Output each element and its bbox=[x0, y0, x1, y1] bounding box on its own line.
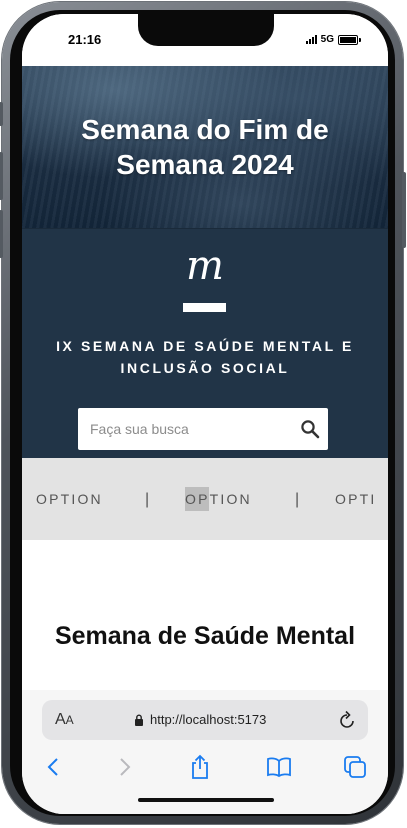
tabs-icon[interactable] bbox=[340, 752, 370, 782]
phone-screen: 21:16 5G Semana do Fim de Semana 2024 m … bbox=[22, 14, 388, 814]
signal-icon bbox=[305, 35, 317, 44]
search-box bbox=[78, 408, 328, 450]
url-display[interactable]: http://localhost:5173 bbox=[134, 712, 266, 727]
home-indicator bbox=[138, 798, 274, 802]
power-button bbox=[402, 172, 406, 248]
forward-icon[interactable] bbox=[110, 752, 140, 782]
option-separator: | bbox=[295, 491, 300, 508]
status-time: 21:16 bbox=[68, 32, 102, 47]
option-item[interactable]: OPTION bbox=[185, 491, 252, 507]
brand-section: m IX SEMANA DE SAÚDE MENTAL E INCLUSÃO S… bbox=[22, 228, 388, 459]
reload-icon[interactable] bbox=[338, 710, 356, 734]
logo-underline bbox=[183, 303, 226, 312]
browser-toolbar: AA http://localhost:5173 bbox=[22, 690, 388, 814]
options-nav: OPTION | OPTION | OPTI bbox=[22, 458, 388, 540]
notch bbox=[138, 14, 274, 46]
share-icon[interactable] bbox=[185, 752, 215, 782]
section-title: Semana de Saúde Mental bbox=[54, 621, 356, 650]
event-subtitle: IX SEMANA DE SAÚDE MENTAL E INCLUSÃO SOC… bbox=[56, 338, 354, 376]
url-text: http://localhost:5173 bbox=[150, 712, 267, 727]
address-bar[interactable]: AA http://localhost:5173 bbox=[42, 700, 368, 740]
logo-letter: m bbox=[186, 243, 224, 289]
silent-switch bbox=[0, 102, 3, 126]
option-item[interactable]: OPTION bbox=[36, 491, 103, 507]
battery-icon bbox=[338, 34, 361, 45]
search-icon[interactable] bbox=[292, 409, 328, 449]
back-icon[interactable] bbox=[38, 752, 68, 782]
bookmarks-icon[interactable] bbox=[264, 752, 294, 782]
hero-banner: Semana do Fim de Semana 2024 bbox=[22, 66, 388, 228]
main-content: Semana de Saúde Mental bbox=[22, 540, 388, 690]
volume-up-button bbox=[0, 152, 3, 200]
hero-title: Semana do Fim de Semana 2024 bbox=[81, 114, 329, 180]
status-bar: 21:16 5G bbox=[22, 14, 388, 66]
search-input[interactable] bbox=[78, 409, 292, 449]
option-separator: | bbox=[145, 491, 150, 508]
status-indicators: 5G bbox=[305, 34, 361, 45]
text-size-button[interactable]: AA bbox=[55, 711, 74, 729]
volume-down-button bbox=[0, 210, 3, 258]
lock-icon bbox=[135, 714, 143, 726]
network-type: 5G bbox=[320, 34, 334, 45]
option-item[interactable]: OPTI bbox=[335, 491, 376, 507]
